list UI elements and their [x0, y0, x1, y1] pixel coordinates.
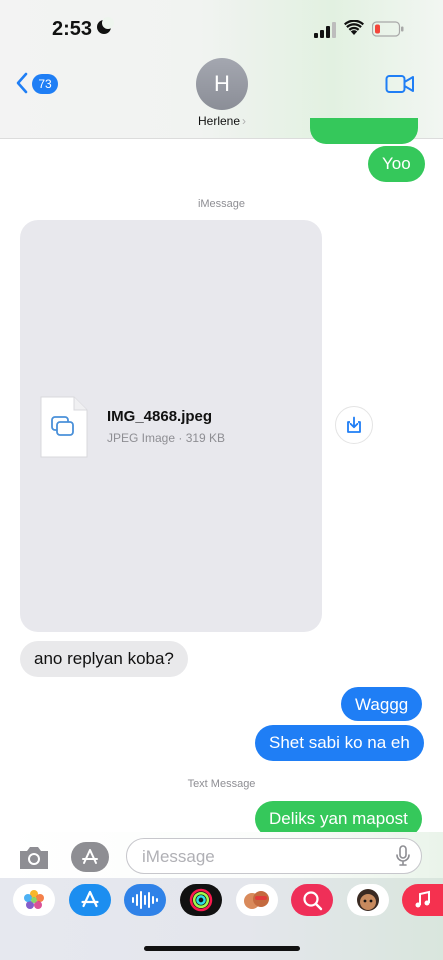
- fitness-rings-icon[interactable]: [180, 884, 222, 916]
- focus-moon-icon: [97, 17, 114, 34]
- contact-name-label: Herlene: [197, 114, 241, 128]
- audio-message-icon[interactable]: [124, 884, 166, 916]
- photos-icon[interactable]: [13, 884, 55, 916]
- avatar[interactable]: H: [196, 58, 248, 110]
- download-icon: [347, 416, 361, 433]
- sent-imessage-bubble[interactable]: Waggg: [341, 687, 423, 721]
- attachment-file-meta: JPEG Image · 319 KB: [107, 431, 226, 445]
- contact-name[interactable]: Herlene ›: [172, 114, 272, 128]
- partial-message-bubble: [310, 118, 418, 144]
- service-label: iMessage: [197, 198, 246, 210]
- back-button[interactable]: 73: [15, 70, 65, 100]
- status-time: 2:53: [52, 18, 93, 40]
- waveform-glyph: [132, 891, 158, 909]
- memoji-stickers-icon[interactable]: [347, 884, 389, 916]
- unread-count-badge: 73: [32, 74, 58, 94]
- home-indicator[interactable]: [144, 946, 300, 951]
- cellular-signal-icon: [314, 22, 336, 38]
- chevron-left-icon: [16, 72, 28, 94]
- microphone-icon[interactable]: [395, 845, 411, 867]
- service-label: Text Message: [187, 778, 256, 790]
- music-note-glyph: [415, 890, 430, 908]
- activity-rings: [189, 888, 213, 912]
- message-input-placeholder: iMessage: [142, 847, 215, 866]
- camera-icon[interactable]: [17, 843, 51, 871]
- app-store-icon: [82, 849, 98, 864]
- photos-petals: [24, 890, 44, 909]
- chevron-right-icon: ›: [242, 114, 247, 128]
- memoji-faces: [244, 891, 269, 909]
- app-store-glyph: [81, 890, 99, 908]
- sent-sms-bubble[interactable]: Yoo: [368, 146, 425, 182]
- battery-icon: [372, 21, 404, 37]
- received-message-bubble[interactable]: ano replyan koba?: [20, 641, 188, 677]
- app-store-icon[interactable]: [69, 884, 111, 916]
- image-file-icon: [40, 396, 88, 458]
- music-icon[interactable]: [402, 884, 443, 916]
- sent-imessage-bubble[interactable]: Shet sabi ko na eh: [255, 725, 424, 761]
- magnifier-glyph: [303, 891, 323, 911]
- download-button[interactable]: [335, 406, 373, 444]
- search-images-icon[interactable]: [291, 884, 333, 916]
- attachment-file-name: IMG_4868.jpeg: [107, 408, 213, 425]
- memoji-sticker-face: [357, 889, 379, 911]
- wifi-icon: [344, 20, 364, 35]
- memoji-icon[interactable]: [236, 884, 278, 916]
- facetime-video-icon[interactable]: [385, 73, 415, 95]
- apps-button[interactable]: [71, 842, 109, 872]
